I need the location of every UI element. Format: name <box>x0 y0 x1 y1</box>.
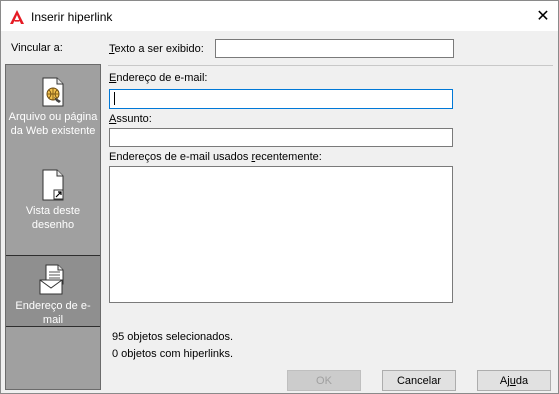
link-type-panel: Arquivo ou página da Web existente Vista… <box>5 64 101 390</box>
autocad-a-icon <box>10 10 24 24</box>
subject-input[interactable] <box>109 128 453 147</box>
insert-hyperlink-dialog: Inserir hiperlink ✕ Vincular a: Arquivo … <box>0 0 559 394</box>
email-icon <box>39 264 64 295</box>
ok-button[interactable]: OK <box>287 370 361 391</box>
text-caret <box>114 92 115 105</box>
close-icon: ✕ <box>536 8 550 25</box>
title-bar: Inserir hiperlink ✕ <box>1 1 558 31</box>
window-title: Inserir hiperlink <box>31 10 113 24</box>
display-text-input[interactable] <box>215 39 454 58</box>
nav-item-label: Vista deste desenho <box>25 205 81 231</box>
subject-label: Assunto: <box>109 113 152 125</box>
panel-footer <box>6 349 100 389</box>
nav-item-view-of-this-drawing[interactable]: Vista deste desenho <box>6 169 100 232</box>
recent-emails-list[interactable] <box>109 166 453 303</box>
separator <box>108 65 553 66</box>
nav-item-email-address[interactable]: Endereço de e-mail <box>6 255 100 327</box>
nav-item-existing-file-or-web-page[interactable]: Arquivo ou página da Web existente <box>6 73 100 138</box>
close-button[interactable]: ✕ <box>528 1 558 31</box>
drawing-view-icon <box>42 169 64 201</box>
nav-item-label: Endereço de e-mail <box>15 300 91 326</box>
display-text-label: Texto a ser exibido: <box>109 43 204 55</box>
help-button[interactable]: Aj u da <box>477 370 551 391</box>
link-to-label: Vincular a: <box>11 42 63 54</box>
email-address-input[interactable] <box>109 89 453 109</box>
recent-emails-label: Endereços de e-mail usados recentemente: <box>109 151 322 163</box>
email-address-label: Endereço de e-mail: <box>109 72 208 84</box>
hyperlinked-objects-status: 0 objetos com hiperlinks. <box>112 348 234 360</box>
cancel-button[interactable]: Cancelar <box>382 370 456 391</box>
nav-item-label: Arquivo ou página da Web existente <box>8 111 98 137</box>
selected-objects-status: 95 objetos selecionados. <box>112 331 234 343</box>
web-page-icon <box>42 77 64 107</box>
